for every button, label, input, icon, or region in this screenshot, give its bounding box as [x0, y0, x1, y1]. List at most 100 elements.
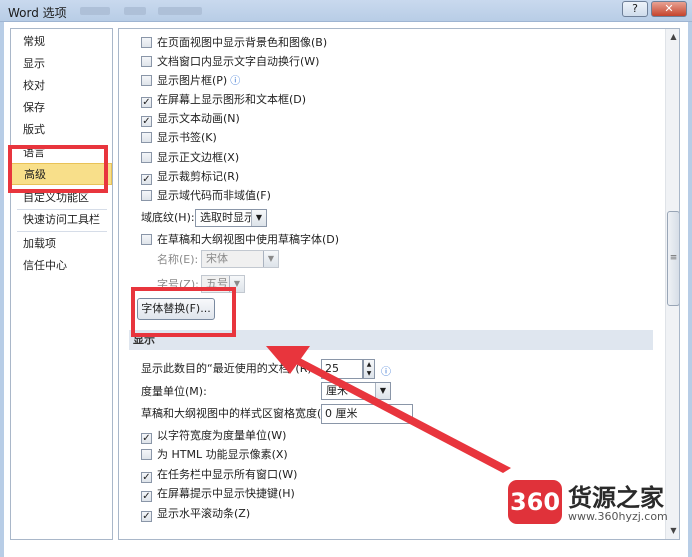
checkbox-checked[interactable]: ✓: [141, 491, 152, 502]
scroll-up-icon[interactable]: ▲: [666, 29, 679, 45]
info-icon: ⓘ: [381, 367, 391, 378]
option-row[interactable]: 文档窗口内显示文字自动换行(W): [141, 53, 319, 71]
checkbox[interactable]: [141, 132, 152, 143]
checkbox[interactable]: [141, 152, 152, 163]
units-select[interactable]: 厘米 ▼: [321, 382, 391, 400]
watermark-badge: 360: [508, 480, 562, 524]
option-row[interactable]: 在页面视图中显示背景色和图像(B): [141, 34, 327, 52]
close-button[interactable]: ✕: [651, 1, 687, 17]
blurred-title-fragment: [80, 7, 110, 15]
window-title: Word 选项: [8, 6, 67, 20]
font-name-label: 名称(E):: [157, 253, 199, 266]
window-frame-right: [688, 22, 692, 557]
nav-item-trust-center[interactable]: 信任中心: [11, 255, 112, 277]
checkbox[interactable]: [141, 190, 152, 201]
nav-item-add-ins[interactable]: 加载项: [11, 233, 112, 255]
checkbox-checked[interactable]: ✓: [141, 511, 152, 522]
option-label: 在草稿和大纲视图中使用草稿字体(D): [157, 233, 340, 246]
option-label: 显示图片框(P): [157, 74, 228, 87]
option-label: 以字符宽度为度量单位(W): [157, 429, 287, 442]
nav-item-quick-access-toolbar[interactable]: 快速访问工具栏: [11, 209, 112, 231]
field-shading-label: 域底纹(H):: [141, 211, 195, 224]
advanced-options-panel: 在页面视图中显示背景色和图像(B) 文档窗口内显示文字自动换行(W) 显示图片框…: [118, 28, 680, 540]
spin-down-icon[interactable]: ▼: [364, 369, 374, 378]
select-value: 宋体: [206, 252, 228, 265]
option-row[interactable]: 为 HTML 功能显示像素(X): [141, 446, 288, 464]
option-row[interactable]: 显示正文边框(X): [141, 149, 239, 167]
select-value: 五号: [206, 277, 228, 290]
nav-item-save[interactable]: 保存: [11, 97, 112, 119]
option-row[interactable]: ✓ 显示文本动画(N): [141, 110, 240, 128]
dropdown-arrow-icon[interactable]: ▼: [251, 210, 266, 226]
units-label: 度量单位(M):: [141, 385, 207, 398]
select-value: 选取时显示: [200, 211, 255, 224]
checkbox-checked[interactable]: ✓: [141, 174, 152, 185]
nav-item-general[interactable]: 常规: [11, 31, 112, 53]
blurred-title-fragment: [158, 7, 202, 15]
option-label: 在页面视图中显示背景色和图像(B): [157, 36, 328, 49]
option-row[interactable]: ✓ 在屏幕提示中显示快捷键(H): [141, 485, 295, 503]
dropdown-arrow-icon[interactable]: ▼: [263, 251, 278, 267]
blurred-title-fragment: [124, 7, 146, 15]
window-frame-left: [0, 22, 4, 557]
option-label: 文档窗口内显示文字自动换行(W): [157, 55, 320, 68]
option-label: 显示域代码而非域值(F): [157, 189, 271, 202]
info-icon: ⓘ: [230, 76, 241, 87]
scroll-thumb[interactable]: ≡: [667, 211, 679, 306]
option-label: 显示正文边框(X): [157, 151, 240, 164]
nav-item-language[interactable]: 语言: [11, 142, 112, 164]
nav-separator: [17, 231, 107, 232]
option-label: 显示裁剪标记(R): [157, 170, 240, 183]
checkbox-checked[interactable]: ✓: [141, 97, 152, 108]
option-row[interactable]: 显示域代码而非域值(F): [141, 187, 271, 205]
section-header-display: 显示: [129, 330, 653, 350]
option-label: 显示水平滚动条(Z): [157, 507, 251, 520]
option-label: 在任务栏中显示所有窗口(W): [157, 468, 298, 481]
option-label: 在屏幕提示中显示快捷键(H): [157, 487, 295, 500]
checkbox-checked[interactable]: ✓: [141, 472, 152, 483]
dropdown-arrow-icon[interactable]: ▼: [229, 276, 244, 292]
font-substitution-button[interactable]: 字体替换(F)...: [137, 298, 215, 320]
recent-docs-spinner[interactable]: ▲ ▼: [363, 359, 375, 379]
checkbox[interactable]: [141, 234, 152, 245]
option-row[interactable]: ✓ 显示裁剪标记(R): [141, 168, 239, 186]
option-label: 为 HTML 功能显示像素(X): [157, 448, 288, 461]
nav-item-proofing[interactable]: 校对: [11, 75, 112, 97]
nav-item-display[interactable]: 显示: [11, 53, 112, 75]
option-label: 在屏幕上显示图形和文本框(D): [157, 93, 307, 106]
watermark-name: 货源之家: [568, 484, 664, 512]
recent-docs-label: 显示此数目的“最近使用的文档”(R):: [141, 362, 316, 375]
style-width-input[interactable]: 0 厘米: [321, 404, 413, 424]
watermark-url: www.360hyzj.com: [568, 510, 668, 523]
select-value: 厘米: [326, 384, 348, 397]
checkbox[interactable]: [141, 37, 152, 48]
watermark-logo: 360 货源之家 www.360hyzj.com: [508, 478, 688, 528]
option-label: 显示文本动画(N): [157, 112, 240, 125]
font-size-select[interactable]: 五号 ▼: [201, 275, 245, 293]
checkbox[interactable]: [141, 75, 152, 86]
option-row[interactable]: ✓ 在任务栏中显示所有窗口(W): [141, 466, 297, 484]
vertical-scrollbar[interactable]: ▲ ≡ ▼: [665, 29, 679, 539]
style-width-label: 草稿和大纲视图中的样式区窗格宽度(E):: [141, 407, 337, 420]
nav-item-advanced[interactable]: 高级: [11, 163, 112, 185]
option-row[interactable]: ✓ 显示水平滚动条(Z): [141, 505, 250, 523]
options-nav: 常规 显示 校对 保存 版式 语言 高级 自定义功能区 快速访问工具栏 加载项 …: [10, 28, 113, 540]
checkbox-checked[interactable]: ✓: [141, 433, 152, 444]
help-button[interactable]: ?: [622, 1, 648, 17]
nav-item-layout[interactable]: 版式: [11, 119, 112, 141]
option-row[interactable]: ✓ 以字符宽度为度量单位(W): [141, 427, 286, 445]
option-row[interactable]: 显示图片框(P) ⓘ: [141, 72, 240, 90]
recent-docs-input[interactable]: 25: [321, 359, 363, 379]
checkbox[interactable]: [141, 56, 152, 67]
nav-item-customize-ribbon[interactable]: 自定义功能区: [11, 187, 112, 209]
option-label: 显示书签(K): [157, 131, 217, 144]
dropdown-arrow-icon[interactable]: ▼: [375, 383, 390, 399]
option-row[interactable]: 显示书签(K): [141, 129, 217, 147]
font-name-select[interactable]: 宋体 ▼: [201, 250, 279, 268]
option-row[interactable]: ✓ 在屏幕上显示图形和文本框(D): [141, 91, 306, 109]
checkbox[interactable]: [141, 449, 152, 460]
spin-up-icon[interactable]: ▲: [364, 360, 374, 369]
option-row[interactable]: 在草稿和大纲视图中使用草稿字体(D): [141, 231, 339, 249]
field-shading-select[interactable]: 选取时显示 ▼: [195, 209, 267, 227]
checkbox-checked[interactable]: ✓: [141, 116, 152, 127]
